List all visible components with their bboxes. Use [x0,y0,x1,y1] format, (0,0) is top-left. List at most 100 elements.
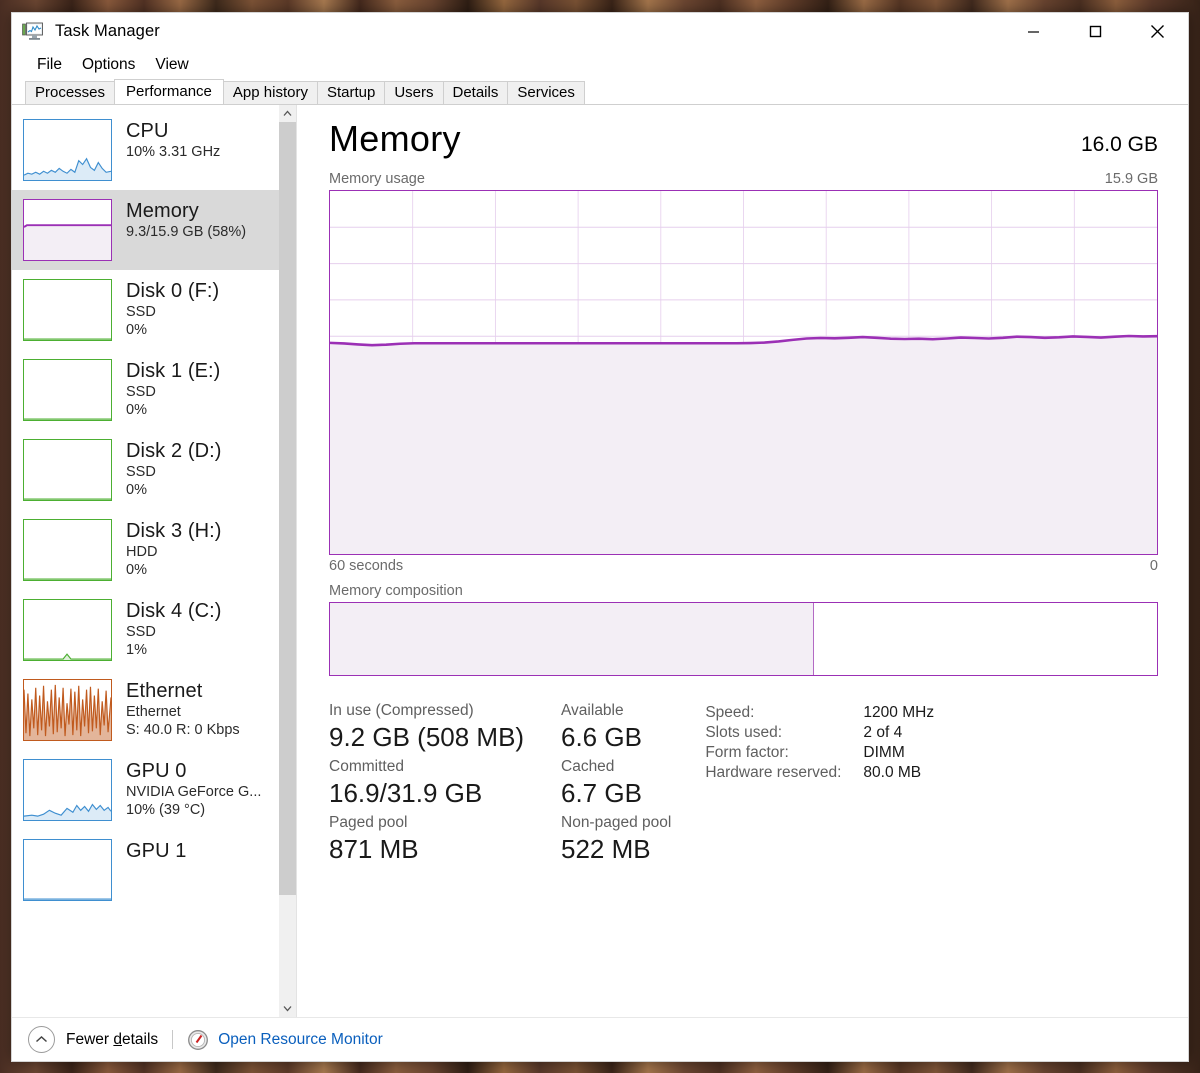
scrollbar-thumb[interactable] [279,122,296,895]
sidebar-item-sublabel: 9.3/15.9 GB (58%) [126,223,246,242]
sidebar-thumbnail-graph [23,599,112,661]
sidebar-item-text: GPU 1 [126,839,187,863]
resource-monitor-icon [187,1029,209,1051]
sidebar-thumbnail-graph [23,679,112,741]
memory-composition-bar[interactable] [329,602,1158,676]
sidebar-item-sublabel: 10% 3.31 GHz [126,143,220,162]
sidebar-item-cpu[interactable]: CPU10% 3.31 GHz [12,110,279,190]
axis-left-label: 60 seconds [329,558,403,574]
sidebar-item-disk-2-d[interactable]: Disk 2 (D:)SSD0% [12,430,279,510]
sidebar-item-sublabel: SSD [126,383,220,402]
sidebar-item-ethernet[interactable]: EthernetEthernetS: 40.0 R: 0 Kbps [12,670,279,750]
sidebar-item-disk-4-c[interactable]: Disk 4 (C:)SSD1% [12,590,279,670]
sidebar-item-text: Disk 4 (C:)SSD1% [126,599,222,660]
sidebar-scrollbar[interactable] [279,105,296,1017]
speed-value: 1200 MHz [863,704,934,722]
sidebar-item-label: Disk 1 (E:) [126,360,220,383]
sidebar-item-text: Disk 2 (D:)SSD0% [126,439,222,500]
sidebar-item-label: Memory [126,200,246,223]
maximize-button[interactable] [1064,13,1126,50]
menu-bar: File Options View [12,50,1188,80]
sidebar-item-label: Disk 4 (C:) [126,600,222,623]
page-title: Memory [329,121,461,157]
close-button[interactable] [1126,13,1188,50]
sidebar-item-sublabel: NVIDIA GeForce G... [126,783,261,802]
in-use-label: In use (Compressed) [329,702,561,721]
sidebar-item-text: GPU 0NVIDIA GeForce G...10% (39 °C) [126,759,261,820]
fewer-details-post: etails [122,1031,158,1048]
scrollbar-track[interactable] [279,122,296,1000]
sidebar-item-sublabel: SSD [126,463,222,482]
committed-label: Committed [329,758,561,777]
tab-processes[interactable]: Processes [25,81,115,104]
sidebar-item-text: Disk 3 (H:)HDD0% [126,519,222,580]
sidebar-item-sublabel: SSD [126,303,219,322]
hardware-reserved-value: 80.0 MB [863,764,934,782]
sidebar-item-sublabel: Ethernet [126,703,240,722]
in-use-value: 9.2 GB (508 MB) [329,721,561,754]
slots-used-label: Slots used: [705,724,841,742]
graph-axis-row: 60 seconds 0 [329,558,1158,574]
sidebar-item-metric: 0% [126,401,220,420]
scroll-up-icon[interactable] [279,105,296,122]
sidebar-item-label: GPU 1 [126,840,187,863]
tab-performance[interactable]: Performance [114,79,224,104]
committed-value: 16.9/31.9 GB [329,777,561,810]
cached-label: Cached [561,758,671,777]
scroll-down-icon[interactable] [279,1000,296,1017]
stats-grid: In use (Compressed) 9.2 GB (508 MB) Avai… [329,702,671,865]
open-resource-monitor-link[interactable]: Open Resource Monitor [218,1031,383,1049]
sidebar-item-metric: 0% [126,561,222,580]
memory-specs: Speed: 1200 MHz Slots used: 2 of 4 Form … [705,702,934,865]
available-value: 6.6 GB [561,721,671,754]
tab-details[interactable]: Details [443,81,509,104]
menu-file[interactable]: File [27,53,72,77]
non-paged-pool-value: 522 MB [561,833,671,866]
form-factor-label: Form factor: [705,744,841,762]
window-controls [1002,13,1188,50]
sidebar-item-metric: 0% [126,481,222,500]
sidebar-thumbnail-graph [23,199,112,261]
memory-panel: Memory 16.0 GB Memory usage 15.9 GB 60 s… [297,105,1188,1017]
sidebar-item-text: CPU10% 3.31 GHz [126,119,220,161]
content-area: CPU10% 3.31 GHzMemory9.3/15.9 GB (58%)Di… [12,105,1188,1017]
tab-users[interactable]: Users [384,81,443,104]
sidebar-item-disk-3-h[interactable]: Disk 3 (H:)HDD0% [12,510,279,590]
menu-view[interactable]: View [145,53,198,77]
chevron-up-icon[interactable] [28,1026,55,1053]
hardware-reserved-label: Hardware reserved: [705,764,841,782]
minimize-button[interactable] [1002,13,1064,50]
sidebar-item-text: EthernetEthernetS: 40.0 R: 0 Kbps [126,679,240,740]
available-cell: Available 6.6 GB [561,702,671,753]
composition-in-use-segment [330,603,814,675]
sidebar-item-metric: 1% [126,641,222,660]
task-manager-icon [22,22,44,41]
sidebar-thumbnail-graph [23,439,112,501]
title-bar: Task Manager [12,13,1188,50]
sidebar-item-disk-0-f[interactable]: Disk 0 (F:)SSD0% [12,270,279,350]
memory-usage-graph[interactable] [329,190,1158,555]
sidebar-item-label: Disk 3 (H:) [126,520,222,543]
panel-header: Memory 16.0 GB [329,121,1158,157]
speed-label: Speed: [705,704,841,722]
sidebar-item-label: GPU 0 [126,760,261,783]
sidebar-item-gpu-1[interactable]: GPU 1 [12,830,279,910]
sidebar-item-label: CPU [126,120,220,143]
sidebar-item-gpu-0[interactable]: GPU 0NVIDIA GeForce G...10% (39 °C) [12,750,279,830]
sidebar-item-disk-1-e[interactable]: Disk 1 (E:)SSD0% [12,350,279,430]
tab-startup[interactable]: Startup [317,81,385,104]
sidebar-item-memory[interactable]: Memory9.3/15.9 GB (58%) [12,190,279,270]
sidebar-thumbnail-graph [23,279,112,341]
committed-cell: Committed 16.9/31.9 GB [329,758,561,809]
paged-pool-label: Paged pool [329,814,561,833]
fewer-details-button[interactable]: Fewer details [66,1031,158,1049]
slots-used-value: 2 of 4 [863,724,934,742]
tab-app-history[interactable]: App history [223,81,318,104]
composition-label: Memory composition [329,583,463,599]
menu-options[interactable]: Options [72,53,145,77]
fewer-details-accel: d [113,1031,122,1048]
form-factor-value: DIMM [863,744,934,762]
usage-header: Memory usage 15.9 GB [329,171,1158,187]
cached-cell: Cached 6.7 GB [561,758,671,809]
tab-services[interactable]: Services [507,81,585,104]
